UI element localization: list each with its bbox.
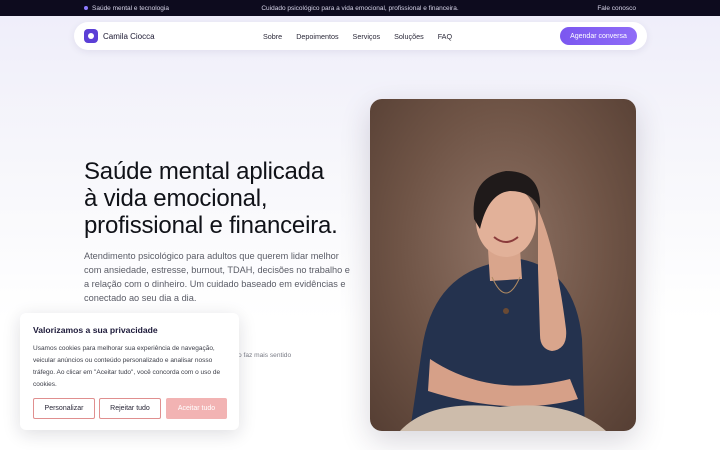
announcement-bar: Saúde mental e tecnologia Cuidado psicol…	[0, 0, 720, 16]
reject-all-button[interactable]: Rejeitar tudo	[99, 398, 161, 419]
hero-subtitle: Atendimento psicológico para adultos que…	[84, 251, 350, 303]
site-logo[interactable]: Camila Ciocca	[84, 29, 155, 43]
nav-item-faq[interactable]: FAQ	[438, 32, 452, 41]
hero-headline: Saúde mental aplicada à vida emocional, …	[84, 158, 364, 239]
nav-item-depoimentos[interactable]: Depoimentos	[296, 32, 338, 41]
nav-item-sobre[interactable]: Sobre	[263, 32, 282, 41]
portrait-photo	[370, 99, 636, 431]
customize-cookies-button[interactable]: Personalizar	[33, 398, 95, 419]
logo-text: Camila Ciocca	[103, 31, 155, 41]
headline-line-1: Saúde mental aplicada	[84, 158, 324, 185]
cookie-title: Valorizamos a sua privacidade	[33, 325, 158, 335]
nav-item-servicos[interactable]: Serviços	[353, 32, 381, 41]
contact-link[interactable]: Fale conosco	[597, 5, 636, 12]
main-navbar: Camila Ciocca Sobre Depoimentos Serviços…	[74, 22, 647, 50]
nav-menu: Sobre Depoimentos Serviços Soluções FAQ	[263, 32, 466, 41]
portrait-illustration	[400, 171, 606, 431]
cookie-consent-banner: Valorizamos a sua privacidade Usamos coo…	[20, 313, 239, 430]
accept-all-button[interactable]: Aceitar tudo	[166, 398, 227, 419]
headline-line-2: à vida emocional,	[84, 185, 268, 212]
logo-icon	[84, 29, 98, 43]
partially-hidden-text: o faz mais sentido	[238, 352, 292, 359]
nav-item-solucoes[interactable]: Soluções	[394, 32, 424, 41]
headline-line-3: profissional e financeira.	[84, 212, 338, 239]
schedule-button[interactable]: Agendar conversa	[560, 27, 637, 45]
cookie-body-text: Usamos cookies para melhorar sua experiê…	[33, 345, 221, 388]
